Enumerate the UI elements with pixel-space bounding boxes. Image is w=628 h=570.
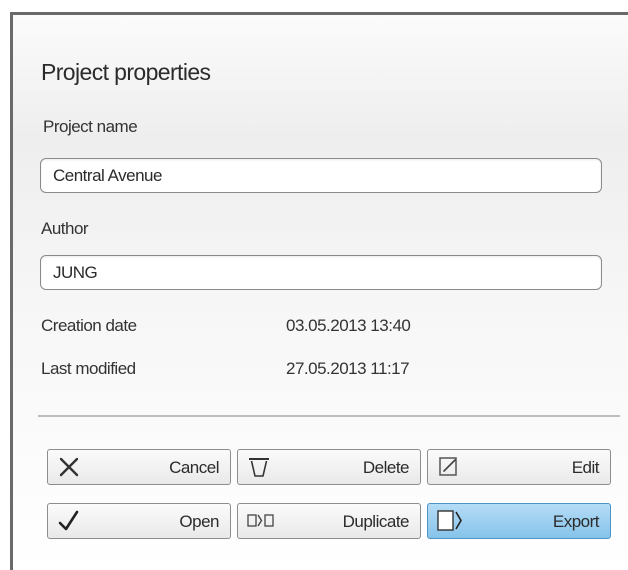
- delete-button-label: Delete: [362, 458, 410, 477]
- open-button-label: Open: [179, 512, 219, 531]
- author-field[interactable]: JUNG: [40, 255, 602, 290]
- checkmark-icon: [58, 510, 79, 531]
- edit-pencil-icon: [439, 457, 457, 476]
- last-modified-label: Last modified: [41, 359, 136, 378]
- cancel-button-label: Cancel: [169, 458, 219, 477]
- export-icon: [437, 510, 462, 531]
- export-button[interactable]: Export: [427, 503, 611, 539]
- edit-button-label: Edit: [571, 458, 600, 477]
- duplicate-button-label: Duplicate: [342, 512, 410, 531]
- export-button-label: Export: [552, 512, 600, 531]
- project-name-value: Central Avenue: [53, 166, 162, 185]
- creation-date-value: 03.05.2013 13:40: [286, 316, 411, 335]
- divider: [38, 415, 620, 417]
- close-x-icon: [59, 457, 79, 477]
- author-label: Author: [41, 219, 89, 238]
- trash-icon: [249, 458, 269, 477]
- project-name-label: Project name: [43, 117, 138, 136]
- last-modified-value: 27.05.2013 11:17: [286, 359, 410, 378]
- panel-title: Project properties: [41, 59, 211, 85]
- delete-button[interactable]: Delete: [237, 449, 421, 485]
- edit-button[interactable]: Edit: [427, 449, 611, 485]
- creation-date-label: Creation date: [41, 316, 137, 335]
- duplicate-icon: [247, 514, 274, 527]
- project-name-field[interactable]: Central Avenue: [40, 158, 602, 193]
- cancel-button[interactable]: Cancel: [47, 449, 231, 485]
- author-value: JUNG: [53, 263, 98, 282]
- duplicate-button[interactable]: Duplicate: [237, 503, 421, 539]
- project-properties-panel: Project properties Project name Central …: [10, 12, 628, 570]
- open-button[interactable]: Open: [47, 503, 231, 539]
